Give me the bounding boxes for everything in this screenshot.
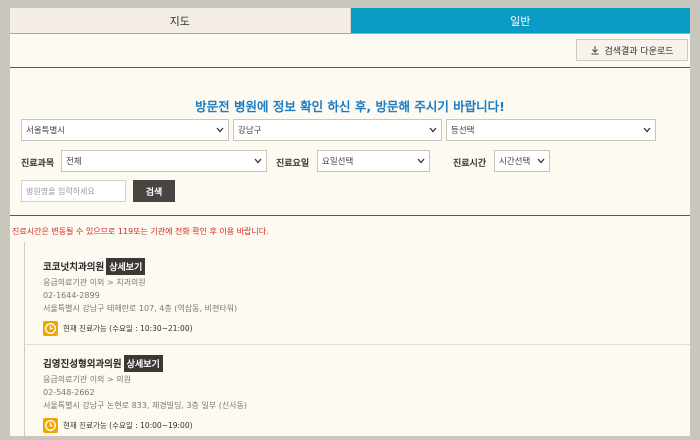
view-tabs: 지도 일반 [10, 8, 690, 34]
download-results-button[interactable]: 검색결과 다운로드 [576, 39, 688, 61]
hospital-address: 서울특별시 강남구 논현로 833, 재경빌딩, 3층 일부 (신사동) [43, 401, 248, 410]
time-select[interactable]: 시간선택 [494, 150, 550, 172]
time-select-value: 시간선택 [499, 157, 531, 167]
city-select-value: 서울특별시 [26, 126, 66, 136]
subway-select[interactable]: 등선택 [446, 119, 656, 141]
hospital-name: 코코넛치과의원 [43, 262, 105, 273]
day-select[interactable]: 요일선택 [317, 150, 430, 172]
chevron-down-icon [537, 158, 545, 164]
department-select[interactable]: 전체 [61, 150, 267, 172]
detail-button[interactable]: 상세보기 [123, 354, 163, 372]
chevron-down-icon [216, 127, 224, 133]
list-item: 코코넛치과의원 상세보기 응급의료기관 이외 > 치과의원 02-1644-28… [24, 242, 690, 344]
hospital-phone: 02-548-2662 [43, 388, 95, 397]
hours-warning: 진료시간은 변동될 수 있으므로 119또는 기관에 전화 확인 후 이용 바랍… [12, 227, 269, 236]
chevron-down-icon [417, 158, 425, 164]
chevron-down-icon [254, 158, 262, 164]
department-select-value: 전체 [66, 157, 82, 167]
filter-divider [10, 215, 690, 216]
detail-button[interactable]: 상세보기 [106, 257, 146, 275]
chevron-down-icon [429, 127, 437, 133]
tab-map[interactable]: 지도 [10, 8, 351, 33]
hospital-hours: 현재 진료가능 (수요일 : 10:00~19:00) [63, 420, 193, 430]
hospital-address: 서울특별시 강남구 테헤란로 107, 4층 (역삼동, 비젼타워) [43, 304, 238, 313]
subway-select-value: 등선택 [451, 126, 475, 136]
district-select[interactable]: 강남구 [233, 119, 442, 141]
hospital-category: 응급의료기관 이외 > 의원 [43, 375, 131, 384]
hospital-hours: 현재 진료가능 (수요일 : 10:30~21:00) [63, 323, 193, 333]
hours-row: 현재 진료가능 (수요일 : 10:30~21:00) [43, 318, 690, 338]
day-label: 진료요일 [276, 159, 310, 169]
app-frame: 지도 일반 검색결과 다운로드 방문전 병원에 정보 확인 하신 후, 방문해 … [10, 8, 690, 436]
hospital-phone: 02-1644-2899 [43, 291, 100, 300]
clock-icon [43, 320, 58, 336]
hours-row: 현재 진료가능 (수요일 : 10:00~19:00) [43, 415, 690, 435]
hospital-list: 코코넛치과의원 상세보기 응급의료기관 이외 > 치과의원 02-1644-28… [24, 242, 690, 436]
download-results-label: 검색결과 다운로드 [604, 46, 674, 57]
day-select-value: 요일선택 [322, 157, 354, 167]
clock-icon [43, 417, 58, 433]
city-select[interactable]: 서울특별시 [21, 119, 229, 141]
hospital-name-placeholder: 병원명을 입력하세요 [26, 186, 95, 196]
district-select-value: 강남구 [238, 126, 262, 136]
tab-general[interactable]: 일반 [350, 8, 690, 33]
download-icon [591, 46, 599, 55]
hospital-name-input[interactable]: 병원명을 입력하세요 [21, 180, 126, 202]
hospital-category: 응급의료기관 이외 > 치과의원 [43, 278, 146, 287]
search-button[interactable]: 검색 [133, 180, 175, 202]
time-label: 진료시간 [453, 159, 487, 169]
department-label: 진료과목 [21, 159, 55, 169]
hospital-name: 김영진성형외과의원 [43, 359, 122, 370]
list-item: 김영진성형외과의원 상세보기 응급의료기관 이외 > 의원 02-548-266… [24, 344, 690, 436]
toolbar: 검색결과 다운로드 [10, 34, 690, 68]
notice-title: 방문전 병원에 정보 확인 하신 후, 방문해 주시기 바랍니다! [195, 99, 505, 114]
chevron-down-icon [643, 127, 651, 133]
